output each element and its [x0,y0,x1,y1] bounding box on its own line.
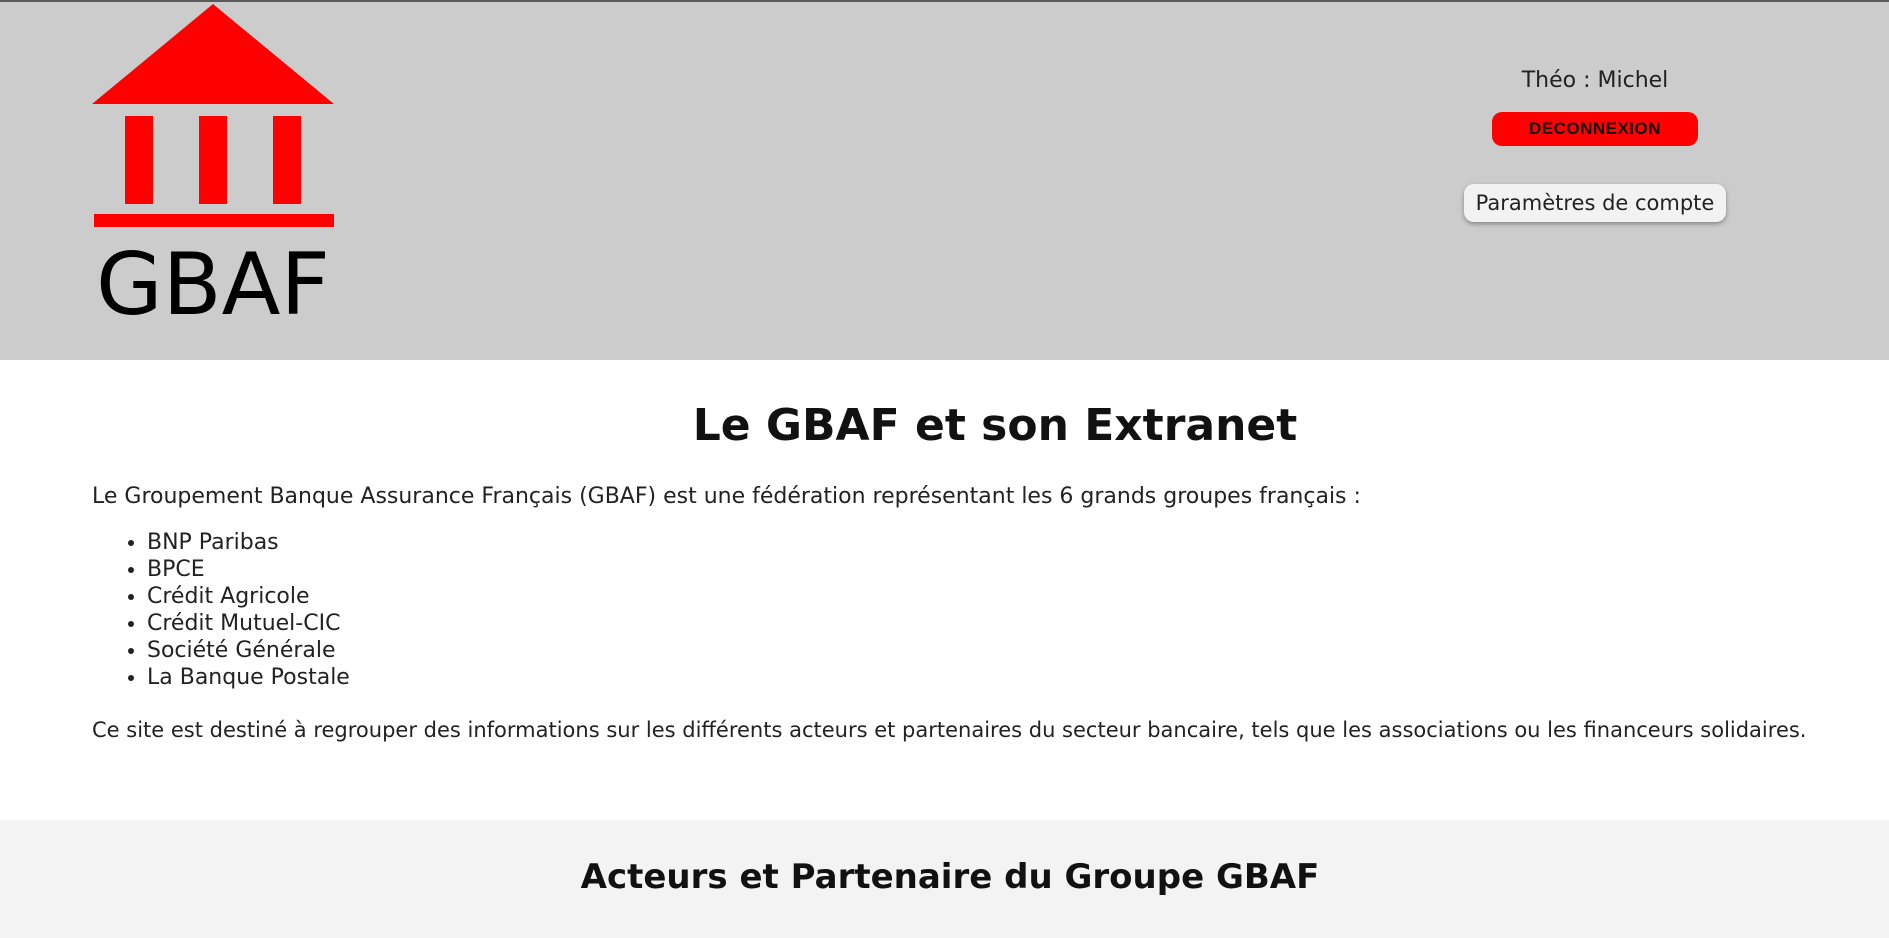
bank-building-icon: GBAF [92,4,334,322]
main-content: Le GBAF et son Extranet Le Groupement Ba… [0,360,1889,820]
list-item: BNP Paribas [147,529,350,556]
user-name: Théo : Michel [1400,64,1790,98]
user-panel: Théo : Michel DECONNEXION Paramètres de … [1400,64,1790,222]
user-name-separator: : [1576,68,1598,93]
logo-text: GBAF [96,235,330,322]
partners-title: Acteurs et Partenaire du Groupe GBAF [580,857,1320,897]
list-item: Crédit Mutuel-CIC [147,610,350,637]
banking-groups-list: BNP Paribas BPCE Crédit Agricole Crédit … [92,529,350,691]
site-header: GBAF Théo : Michel DECONNEXION Paramètre… [0,2,1889,360]
gbaf-logo[interactable]: GBAF [92,2,334,322]
account-settings-button[interactable]: Paramètres de compte [1463,184,1727,222]
page-title: Le GBAF et son Extranet [692,400,1298,451]
user-last-name: Michel [1597,68,1669,93]
list-item: BPCE [147,556,350,583]
list-item: La Banque Postale [147,664,350,691]
site-purpose-text: Ce site est destiné à regrouper des info… [92,718,1807,742]
list-item: Crédit Agricole [147,583,350,610]
logout-button[interactable]: DECONNEXION [1492,112,1698,146]
intro-text: Le Groupement Banque Assurance Français … [92,484,1361,509]
partners-section: Acteurs et Partenaire du Groupe GBAF [0,820,1889,938]
list-item: Société Générale [147,637,350,664]
user-first-name: Théo [1521,68,1577,93]
